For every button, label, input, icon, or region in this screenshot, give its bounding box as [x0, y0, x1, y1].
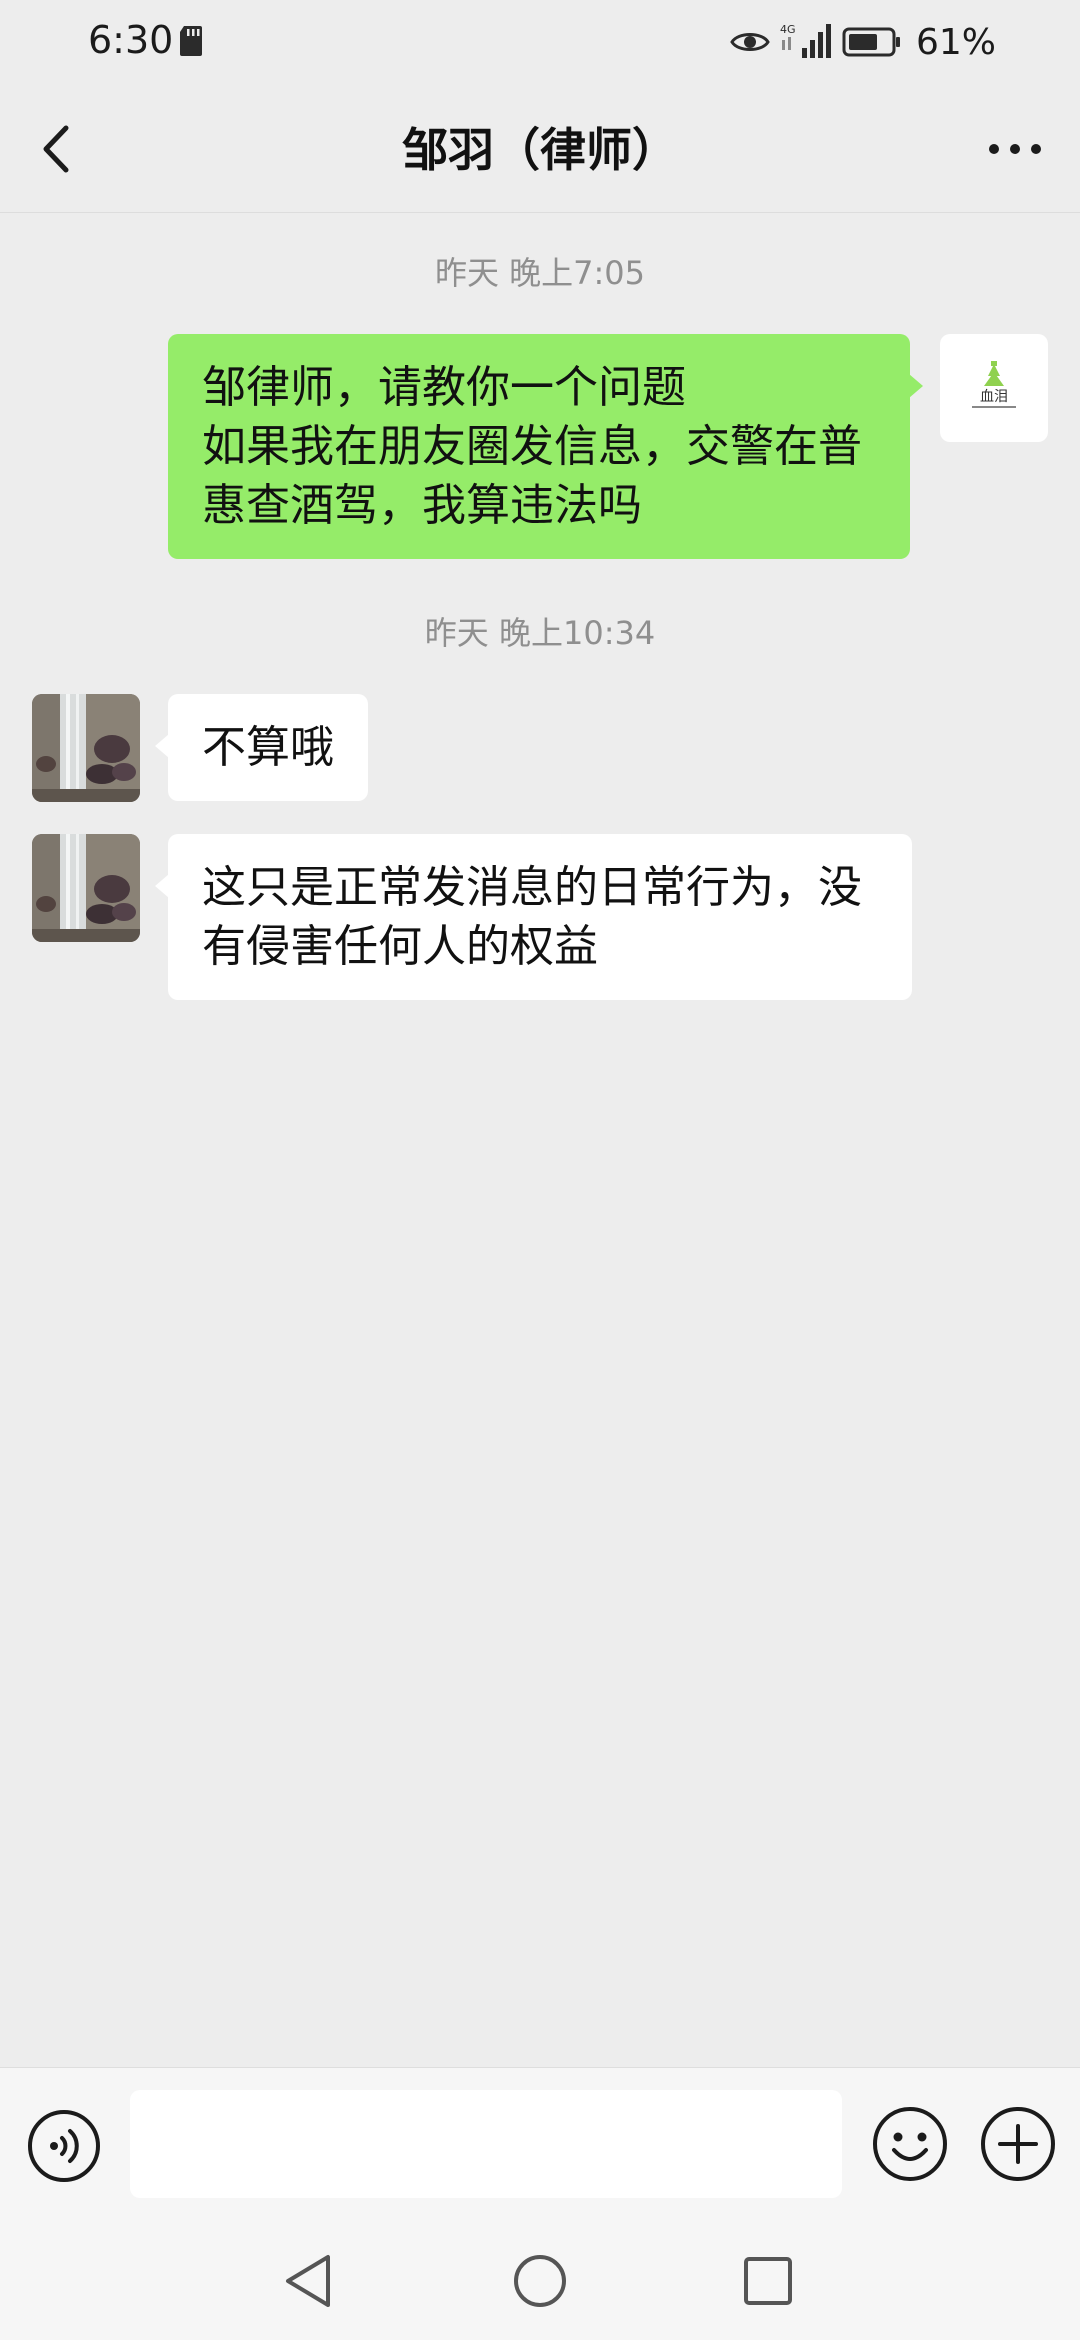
battery-percent: 61% [915, 21, 996, 63]
waterfall-avatar-image [32, 694, 140, 802]
signal-icon: 4G [780, 23, 831, 58]
status-right-cluster: 4G 61% [730, 14, 996, 70]
emoji-icon [873, 2107, 947, 2181]
waterfall-avatar-image [32, 834, 140, 942]
status-bar: 6:30 4G 61% [0, 0, 1080, 86]
battery-icon [842, 27, 900, 57]
contact-avatar[interactable] [32, 694, 140, 802]
message-line: 不算哦 [202, 722, 334, 773]
self-avatar[interactable]: 血泪 [940, 334, 1048, 442]
nav-back-button[interactable] [268, 2241, 348, 2321]
nav-home-button[interactable] [500, 2241, 580, 2321]
plus-icon [981, 2107, 1055, 2181]
sd-card-icon [180, 26, 202, 56]
more-button[interactable] [970, 114, 1060, 184]
chat-header: 邹羽（律师） [0, 86, 1080, 213]
nav-recents-button[interactable] [728, 2241, 808, 2321]
logo-image: 血泪 [972, 361, 1016, 408]
logo-text: 血泪 [980, 389, 1008, 405]
outgoing-message-bubble[interactable]: 邹律师，请教你一个问题 如果我在朋友圈发信息，交警在普 惠查酒驾，我算违法吗 [168, 334, 923, 559]
message-list[interactable]: 昨天 晚上7:05 邹律师，请教你一个问题 如果我在朋友圈发信息，交警在普 惠查… [0, 212, 1080, 2067]
nav-back-icon [286, 2255, 330, 2307]
status-time: 6:30 [88, 18, 174, 62]
chat-title: 邹羽（律师） [402, 123, 678, 177]
plus-button[interactable] [978, 2104, 1058, 2184]
nav-home-icon [514, 2255, 566, 2307]
voice-button[interactable] [26, 2108, 102, 2184]
incoming-message-bubble[interactable]: 这只是正常发消息的日常行为，没 有侵害任何人的权益 [155, 834, 912, 1000]
timestamp: 昨天 晚上7:05 [434, 254, 646, 292]
message-line: 邹律师，请教你一个问题 [202, 362, 686, 413]
message-input[interactable] [130, 2090, 842, 2198]
message-line: 这只是正常发消息的日常行为，没 [202, 862, 862, 913]
timestamp: 昨天 晚上10:34 [424, 614, 656, 652]
message-line: 如果我在朋友圈发信息，交警在普 [202, 421, 862, 472]
incoming-message-bubble[interactable]: 不算哦 [155, 694, 368, 801]
contact-avatar[interactable] [32, 834, 140, 942]
nav-recents-icon [744, 2257, 792, 2305]
message-line: 有侵害任何人的权益 [202, 921, 598, 972]
input-bar [0, 2067, 1080, 2228]
voice-icon [28, 2110, 100, 2182]
message-line: 惠查酒驾，我算违法吗 [202, 480, 642, 531]
system-nav-bar [0, 2227, 1080, 2340]
network-label: 4G [780, 23, 796, 36]
more-dots-icon [989, 144, 1041, 154]
emoji-button[interactable] [870, 2104, 950, 2184]
eye-icon [730, 33, 770, 51]
